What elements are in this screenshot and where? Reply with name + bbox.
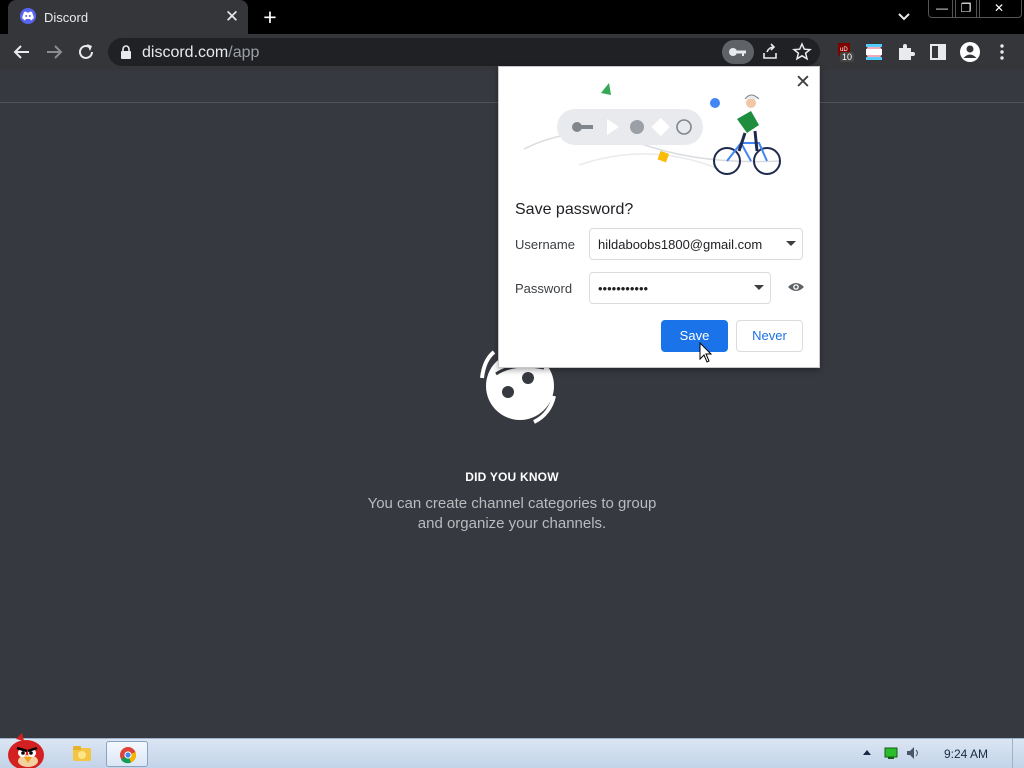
start-button-angry-bird-icon[interactable]: [2, 729, 48, 768]
forward-arrow-icon[interactable]: [42, 40, 66, 64]
chrome-icon: [120, 747, 137, 764]
bookmark-star-icon[interactable]: [792, 42, 812, 62]
mouse-cursor-icon: [699, 342, 713, 363]
password-key-button[interactable]: [722, 40, 754, 64]
url-text[interactable]: discord.com/app: [142, 44, 259, 62]
key-icon: [729, 48, 746, 56]
save-button[interactable]: Save: [661, 320, 728, 352]
tray-expand-arrow-icon[interactable]: [860, 746, 874, 760]
back-arrow-icon[interactable]: [10, 40, 34, 64]
dialog-title: Save password?: [515, 201, 634, 218]
tab-title: Discord: [44, 10, 89, 25]
dropdown-caret-icon: [754, 285, 764, 290]
tab-discord[interactable]: Discord ✕: [8, 0, 248, 34]
extensions-puzzle-icon[interactable]: [894, 40, 918, 64]
password-illustration: [523, 83, 781, 175]
reload-icon[interactable]: [74, 40, 98, 64]
username-value: hildaboobs1800@gmail.com: [598, 237, 763, 252]
username-label: Username: [515, 237, 575, 252]
tab-close-icon[interactable]: ✕: [222, 7, 242, 27]
system-clock[interactable]: 9:24 AM: [944, 747, 988, 761]
tip-text: You can create channel categories to gro…: [367, 495, 657, 532]
windows-taskbar: 9:24 AM: [0, 733, 1024, 768]
tab-strip: Discord ✕ + — ❐ ✕: [0, 0, 1024, 34]
share-icon[interactable]: [760, 42, 780, 62]
taskbar-chrome-button[interactable]: [106, 741, 148, 767]
new-tab-button[interactable]: +: [258, 5, 282, 29]
ublock-extension-icon[interactable]: uD 10: [834, 40, 858, 64]
extension-badge: 10: [840, 52, 855, 62]
lock-icon[interactable]: [120, 45, 132, 59]
network-icon[interactable]: [884, 746, 898, 760]
more-menu-icon[interactable]: [990, 40, 1014, 64]
show-password-eye-icon[interactable]: [787, 280, 805, 294]
profile-avatar-icon[interactable]: [958, 40, 982, 64]
window-close-button[interactable]: ✕: [976, 0, 1022, 18]
explorer-folder-icon[interactable]: [62, 741, 102, 767]
show-desktop-button[interactable]: [1012, 739, 1024, 768]
never-button[interactable]: Never: [736, 320, 803, 352]
browser-toolbar: discord.com/app uD 10: [0, 34, 1024, 70]
address-bar[interactable]: discord.com/app: [108, 38, 820, 66]
dropdown-caret-icon: [786, 241, 796, 246]
tip-heading: DID YOU KNOW: [465, 470, 559, 484]
discord-favicon-icon: [20, 8, 36, 24]
tab-search-chevron-icon[interactable]: [894, 8, 914, 26]
side-panel-icon[interactable]: [926, 40, 950, 64]
password-label: Password: [515, 281, 573, 296]
save-password-dialog: ✕ Save password? Username hildaboobs1800…: [498, 66, 820, 368]
pride-extension-icon[interactable]: [862, 40, 886, 64]
password-value: •••••••••••: [598, 281, 649, 296]
username-dropdown[interactable]: hildaboobs1800@gmail.com: [589, 228, 803, 260]
volume-icon[interactable]: [906, 746, 920, 760]
password-dropdown[interactable]: •••••••••••: [589, 272, 771, 304]
close-icon[interactable]: ✕: [794, 73, 812, 92]
